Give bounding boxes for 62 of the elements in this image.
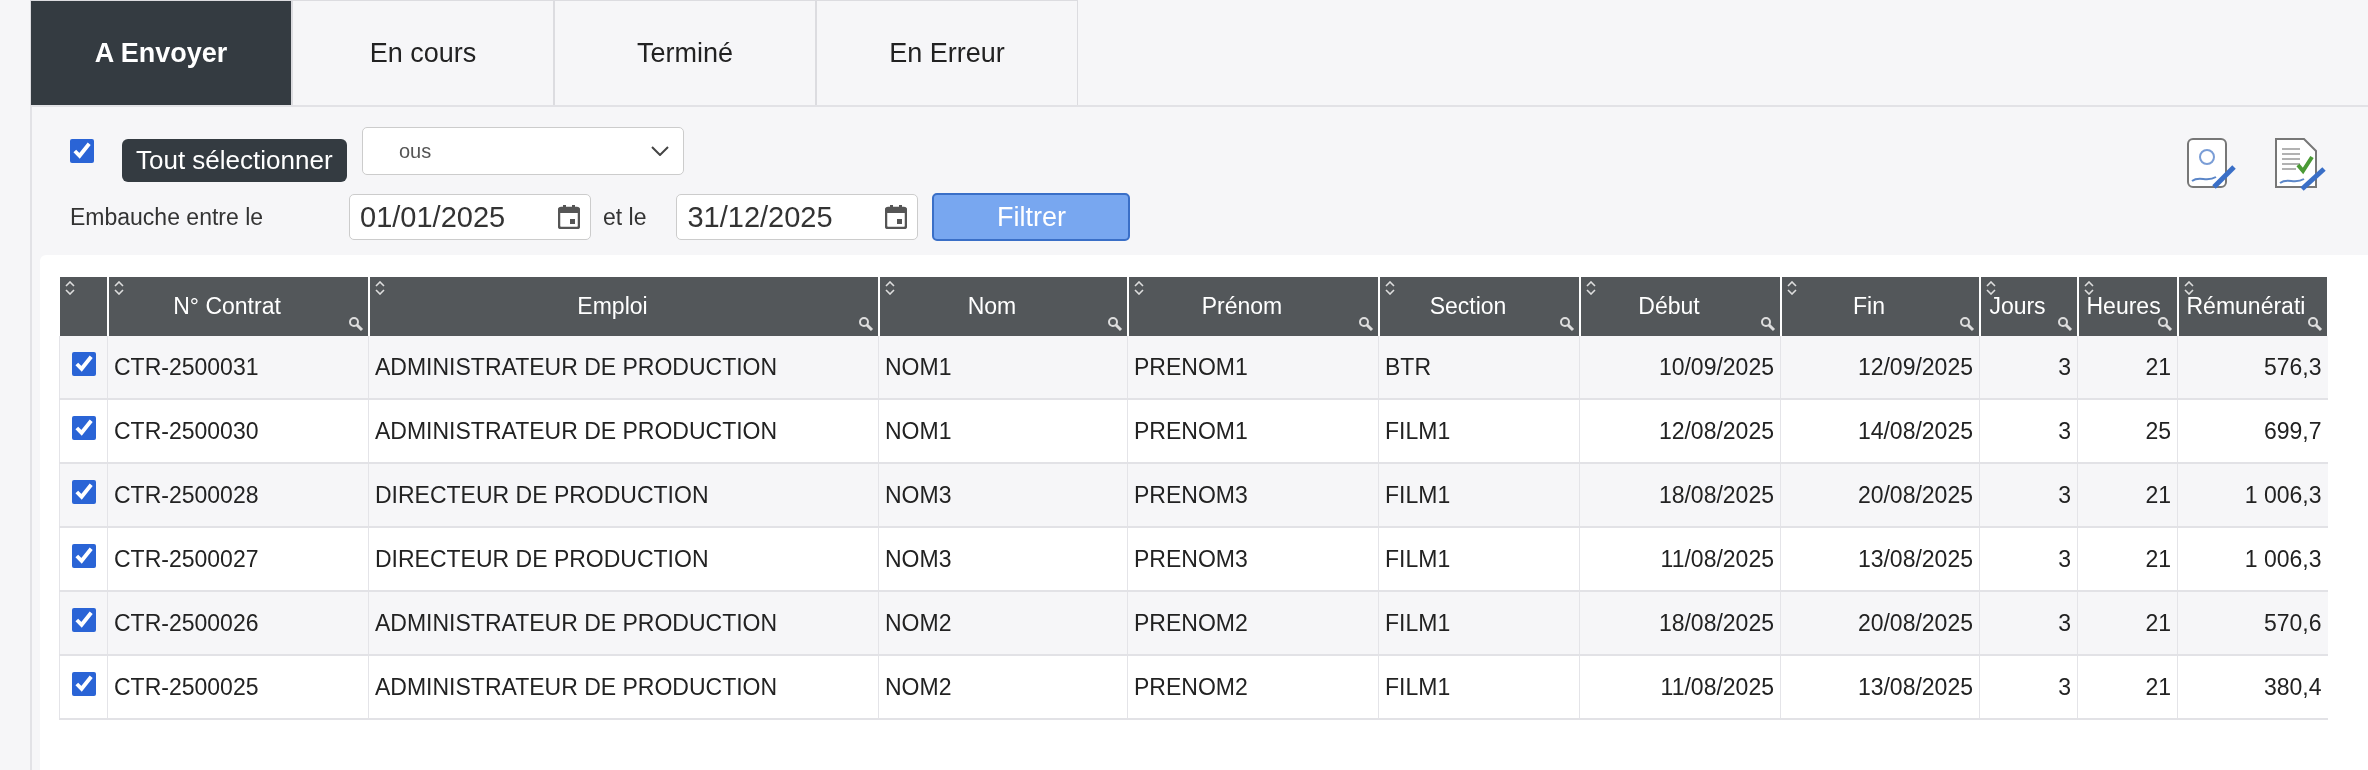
sort-icon[interactable] [2083,281,2094,295]
sort-icon[interactable] [1985,281,1996,295]
column-header[interactable]: Jours [1979,277,2078,336]
sort-icon[interactable] [113,281,124,295]
sort-icon[interactable] [1786,281,1797,295]
table-cell: FILM1 [1378,655,1580,719]
search-icon[interactable] [2056,316,2073,332]
tab[interactable]: En cours [292,0,554,105]
row-checkbox[interactable] [71,352,96,376]
row-checkbox[interactable] [71,480,96,504]
row-checkbox[interactable] [71,544,96,568]
column-header[interactable]: Fin [1780,277,1980,336]
sort-icon[interactable] [884,281,895,295]
column-header[interactable]: Heures [2077,277,2178,336]
table-cell: PRENOM2 [1127,655,1379,719]
search-icon[interactable] [347,316,364,332]
hire-date-label: Embauche entre le [70,203,265,231]
tab[interactable]: A Envoyer [30,0,292,105]
column-header[interactable] [59,277,108,336]
sort-icon[interactable] [1133,281,1144,295]
table-cell: 21 [2077,655,2178,719]
tab[interactable]: En Erreur [816,0,1078,105]
chevron-icon [651,146,669,156]
row-checkbox[interactable] [71,416,96,440]
search-icon[interactable] [1558,316,1575,332]
search-icon[interactable] [2306,316,2323,332]
select-all-checkbox[interactable] [70,139,94,163]
column-header[interactable]: Début [1579,277,1781,336]
table-cell: 380,4 [2177,655,2328,719]
tab[interactable]: Terminé [554,0,816,105]
calendar-icon[interactable] [558,205,580,229]
row-checkbox[interactable] [71,672,96,696]
table-cell: ADMINISTRATEUR DE PRODUCTION [368,655,879,719]
search-icon[interactable] [2156,316,2173,332]
search-icon[interactable] [1106,316,1123,332]
column-header[interactable]: N° Contrat [107,277,369,336]
sort-icon[interactable] [64,281,75,295]
calendar-icon[interactable] [885,205,908,229]
table-cell: NOM2 [878,655,1128,719]
sort-icon[interactable] [374,281,385,295]
start-date-field[interactable]: 01/01/2025 [349,194,591,240]
sort-icon[interactable] [1585,281,1596,295]
status-select[interactable]: ous [362,127,684,175]
column-header[interactable]: Nom [878,277,1128,336]
sort-icon[interactable] [1384,281,1395,295]
column-header[interactable]: Prénom [1127,277,1379,336]
search-icon[interactable] [1759,316,1776,332]
row-checkbox[interactable] [71,608,96,632]
tooltip: Tout sélectionner [122,139,347,182]
column-header[interactable]: Rémunérati [2177,277,2328,336]
table-cell: CTR-2500025 [107,655,369,719]
end-date-field[interactable]: 31/12/2025 [676,194,919,240]
search-icon[interactable] [1958,316,1975,332]
column-header[interactable]: Section [1378,277,1580,336]
and-label: et le [603,203,647,231]
search-icon[interactable] [857,316,874,332]
column-header[interactable]: Emploi [368,277,879,336]
sort-icon[interactable] [2183,281,2194,295]
search-icon[interactable] [1357,316,1374,332]
table-cell: 11/08/2025 [1579,655,1781,719]
table-cell: 3 [1979,655,2078,719]
table-cell: 13/08/2025 [1780,655,1980,719]
